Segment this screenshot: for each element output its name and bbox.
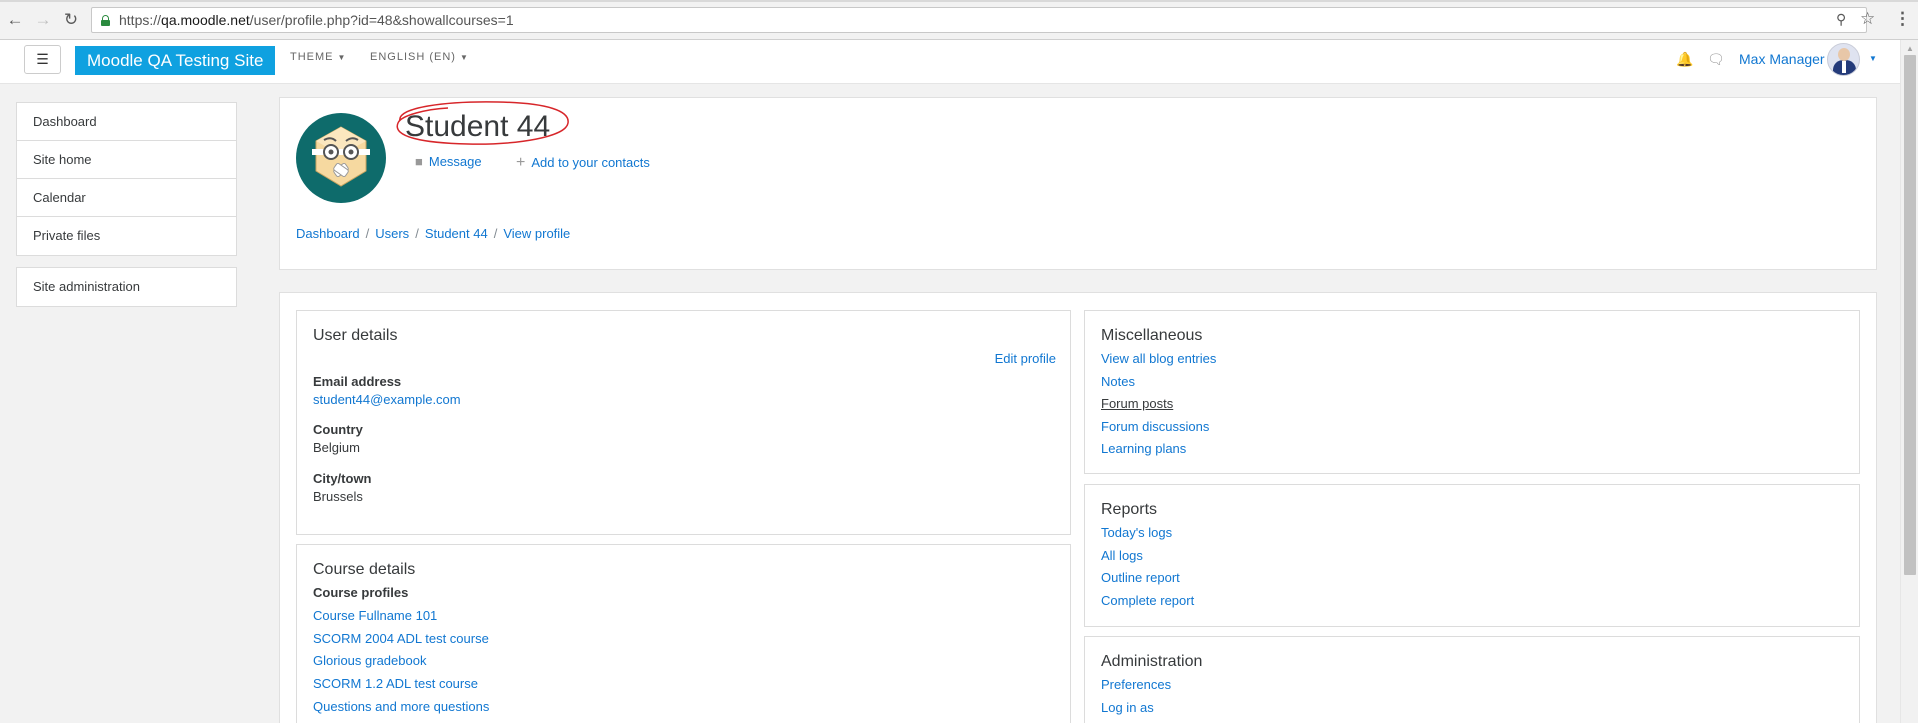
tab-strip-edge bbox=[0, 0, 1918, 2]
message-button[interactable]: ■ Message bbox=[415, 154, 482, 169]
top-navbar: ☰ Moodle QA Testing Site THEME ▼ ENGLISH … bbox=[0, 40, 1900, 84]
scrollbar-thumb[interactable] bbox=[1904, 55, 1916, 575]
miscellaneous-heading: Miscellaneous bbox=[1101, 327, 1203, 344]
country-value: Belgium bbox=[313, 440, 360, 455]
course-link[interactable]: SCORM 2004 ADL test course bbox=[313, 631, 489, 646]
page-header: Student 44 ■ Message + Add to your contact… bbox=[279, 97, 1877, 270]
user-avatar[interactable] bbox=[1827, 43, 1860, 76]
preferences-link[interactable]: Preferences bbox=[1101, 677, 1171, 692]
user-details-heading: User details bbox=[313, 327, 398, 344]
user-menu-name[interactable]: Max Manager bbox=[1739, 51, 1825, 67]
nav-drawer: Dashboard Site home Calendar Private fil… bbox=[0, 85, 254, 723]
language-menu-label: ENGLISH (EN) bbox=[370, 51, 456, 63]
address-bar[interactable]: https://qa.moodle.net/user/profile.php?i… bbox=[91, 7, 1867, 33]
page-title: Student 44 bbox=[405, 110, 551, 143]
forum-posts-link[interactable]: Forum posts bbox=[1101, 396, 1173, 411]
reload-icon[interactable]: ↻ bbox=[61, 10, 81, 30]
main-nav-group: Dashboard Site home Calendar Private fil… bbox=[16, 102, 237, 256]
course-link[interactable]: SCORM 1.2 ADL test course bbox=[313, 676, 478, 691]
reports-heading: Reports bbox=[1101, 501, 1158, 518]
message-label: Message bbox=[428, 154, 482, 169]
speech-bubble-icon: ■ bbox=[415, 154, 423, 169]
url-text[interactable]: https://qa.moodle.net/user/profile.php?i… bbox=[119, 12, 514, 28]
caret-down-icon: ▼ bbox=[459, 53, 469, 62]
site-name-link[interactable]: Moodle QA Testing Site bbox=[75, 46, 276, 75]
breadcrumb-users[interactable]: Users bbox=[375, 226, 409, 241]
browser-toolbar: ← → ↻ https://qa.moodle.net/user/profile… bbox=[0, 0, 1918, 40]
theme-menu[interactable]: THEME ▼ bbox=[290, 51, 346, 63]
lock-icon bbox=[101, 15, 110, 26]
back-icon[interactable]: ← bbox=[5, 10, 25, 30]
administration-section: Administration Preferences Log in as bbox=[1084, 636, 1860, 723]
city-value: Brussels bbox=[313, 489, 363, 504]
breadcrumb-dashboard[interactable]: Dashboard bbox=[296, 226, 360, 241]
student-avatar-icon bbox=[312, 126, 370, 187]
city-label: City/town bbox=[313, 471, 372, 486]
country-label: Country bbox=[313, 422, 363, 437]
breadcrumb-separator: / bbox=[415, 226, 419, 241]
breadcrumb: Dashboard / Users / Student 44 / View profile bbox=[296, 226, 570, 241]
admin-nav-group: Site administration bbox=[16, 267, 237, 307]
scroll-up-arrow-icon[interactable]: ▲ bbox=[1906, 44, 1914, 53]
complete-report-link[interactable]: Complete report bbox=[1101, 593, 1194, 608]
course-details-section: Course details Course profiles Course Fu… bbox=[296, 544, 1071, 723]
log-in-as-link[interactable]: Log in as bbox=[1101, 700, 1154, 715]
course-profiles-label: Course profiles bbox=[313, 585, 409, 600]
messages-icon[interactable]: 🗨 bbox=[1707, 51, 1725, 68]
profile-picture bbox=[296, 113, 386, 203]
breadcrumb-student[interactable]: Student 44 bbox=[425, 226, 488, 241]
nav-item-site-home[interactable]: Site home bbox=[17, 141, 236, 179]
notes-link[interactable]: Notes bbox=[1101, 374, 1135, 389]
profile-content: User details Edit profile Email address … bbox=[279, 292, 1877, 723]
email-value[interactable]: student44@example.com bbox=[313, 392, 461, 407]
todays-logs-link[interactable]: Today's logs bbox=[1101, 525, 1172, 540]
add-contact-button[interactable]: + Add to your contacts bbox=[516, 154, 650, 172]
learning-plans-link[interactable]: Learning plans bbox=[1101, 441, 1186, 456]
forum-discussions-link[interactable]: Forum discussions bbox=[1101, 419, 1209, 434]
edit-profile-link[interactable]: Edit profile bbox=[995, 351, 1056, 366]
nav-item-calendar[interactable]: Calendar bbox=[17, 179, 236, 217]
plus-icon: + bbox=[516, 154, 526, 171]
drawer-toggle-button[interactable]: ☰ bbox=[24, 45, 61, 74]
email-label: Email address bbox=[313, 374, 402, 389]
url-scheme: https:// bbox=[119, 12, 162, 28]
notification-bell-icon[interactable]: 🔔 bbox=[1676, 51, 1693, 68]
blog-entries-link[interactable]: View all blog entries bbox=[1101, 351, 1216, 366]
breadcrumb-separator: / bbox=[365, 226, 370, 241]
zoom-icon[interactable]: ⚲ bbox=[1836, 11, 1846, 28]
course-link[interactable]: Glorious gradebook bbox=[313, 653, 426, 668]
add-contact-label: Add to your contacts bbox=[531, 155, 650, 170]
administration-heading: Administration bbox=[1101, 653, 1203, 670]
language-menu[interactable]: ENGLISH (EN) ▼ bbox=[370, 51, 469, 63]
theme-menu-label: THEME bbox=[290, 51, 334, 63]
breadcrumb-view-profile[interactable]: View profile bbox=[503, 226, 570, 241]
browser-menu-icon[interactable]: ⋮ bbox=[1894, 9, 1911, 29]
page-scrollbar[interactable]: ▲ bbox=[1900, 40, 1918, 723]
course-details-heading: Course details bbox=[313, 561, 416, 578]
nav-item-site-administration[interactable]: Site administration bbox=[17, 268, 236, 306]
breadcrumb-separator: / bbox=[493, 226, 498, 241]
user-details-section: User details Edit profile Email address … bbox=[296, 310, 1071, 535]
caret-down-icon: ▼ bbox=[337, 53, 347, 62]
user-menu-caret-icon[interactable]: ▼ bbox=[1869, 54, 1877, 63]
url-host: qa.moodle.net bbox=[161, 12, 250, 28]
forward-icon[interactable]: → bbox=[33, 10, 53, 30]
course-link[interactable]: Questions and more questions bbox=[313, 699, 489, 714]
bookmark-star-icon[interactable]: ☆ bbox=[1860, 9, 1875, 29]
miscellaneous-section: Miscellaneous View all blog entries Note… bbox=[1084, 310, 1860, 474]
course-link[interactable]: Course Fullname 101 bbox=[313, 608, 437, 623]
nav-item-private-files[interactable]: Private files bbox=[17, 217, 236, 255]
reports-section: Reports Today's logs All logs Outline re… bbox=[1084, 484, 1860, 627]
outline-report-link[interactable]: Outline report bbox=[1101, 570, 1180, 585]
nav-item-dashboard[interactable]: Dashboard bbox=[17, 103, 236, 141]
all-logs-link[interactable]: All logs bbox=[1101, 548, 1143, 563]
url-path: /user/profile.php?id=48&showallcourses=1 bbox=[249, 12, 514, 28]
